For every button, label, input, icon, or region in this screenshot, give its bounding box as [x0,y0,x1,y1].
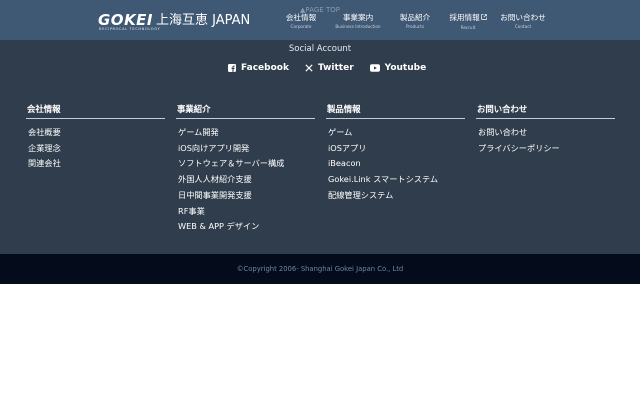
twitter-link[interactable]: Twitter [305,62,354,74]
footer-links-area: Social Account Facebook Twitter Youtube … [0,40,640,254]
list-item[interactable]: お問い合わせ [476,125,626,141]
column-heading: 会社情報 [26,104,165,119]
main-nav: 会社情報 Corporate 事業案内 Business Introductio… [278,13,548,31]
copyright-bar: ©Copyright 2006- Shanghai Gokei Japan Co… [0,254,640,284]
column-list: お問い合わせ プライバシーポリシー [476,125,626,156]
facebook-icon [228,64,236,72]
column-list: 会社概要 企業理念 関連会社 [26,125,176,172]
nav-label: 事業案内 [342,13,374,22]
copyright-text: ©Copyright 2006- Shanghai Gokei Japan Co… [236,265,404,273]
x-icon [305,64,313,72]
column-heading: 製品情報 [326,104,465,119]
nav-corporate[interactable]: 会社情報 Corporate [278,13,324,31]
list-item[interactable]: Gokei.Link スマートシステム [326,172,476,188]
column-heading: 事業紹介 [176,104,315,119]
twitter-label: Twitter [317,63,354,73]
list-item[interactable]: 会社概要 [26,125,176,141]
nav-label: 製品紹介 [399,13,431,22]
column-heading: お問い合わせ [476,104,615,119]
social-title: Social Account [288,44,352,54]
nav-business[interactable]: 事業案内 Business Introduction [324,13,392,31]
footer-column-company: 会社情報 会社概要 企業理念 関連会社 [26,104,176,235]
column-list: ゲーム iOSアプリ iBeacon Gokei.Link スマートシステム 配… [326,125,476,204]
list-item[interactable]: iBeacon [326,156,476,172]
list-item[interactable]: ソフトウェア＆サーバー構成 [176,156,326,172]
list-item[interactable]: ゲーム開発 [176,125,326,141]
nav-sublabel: Recruit [460,25,476,30]
youtube-link[interactable]: Youtube [369,62,427,74]
list-item[interactable]: 企業理念 [26,141,176,157]
site-header: GOKEI RECIPROCAL TECHNOLOGY 上海互恵 JAPAN ▲… [0,0,640,40]
social-links: Facebook Twitter Youtube [228,62,442,74]
nav-recruit[interactable]: 採用情報 Recruit [438,13,498,31]
youtube-icon [369,64,380,72]
nav-label: 採用情報 [449,13,480,22]
list-item[interactable]: 関連会社 [26,156,176,172]
company-name[interactable]: 上海互恵 JAPAN [156,13,250,29]
youtube-label: Youtube [384,63,427,73]
nav-label: 会社情報 [285,13,317,22]
logo-tagline: RECIPROCAL TECHNOLOGY [99,27,161,31]
nav-sublabel: Corporate [290,24,312,29]
column-list: ゲーム開発 iOS向けアプリ開発 ソフトウェア＆サーバー構成 外国人人材紹介支援… [176,125,326,235]
footer-column-products: 製品情報 ゲーム iOSアプリ iBeacon Gokei.Link スマートシ… [326,104,476,235]
nav-products[interactable]: 製品紹介 Products [392,13,438,31]
nav-label-wrap: 採用情報 [438,13,498,24]
list-item[interactable]: iOS向けアプリ開発 [176,141,326,157]
footer-column-contact: お問い合わせ お問い合わせ プライバシーポリシー [476,104,626,235]
footer-column-business: 事業紹介 ゲーム開発 iOS向けアプリ開発 ソフトウェア＆サーバー構成 外国人人… [176,104,326,235]
nav-sublabel: Contact [514,24,532,29]
footer-columns: 会社情報 会社概要 企業理念 関連会社 事業紹介 ゲーム開発 iOS向けアプリ開… [26,104,626,235]
list-item[interactable]: WEB & APP デザイン [176,219,326,235]
list-item[interactable]: プライバシーポリシー [476,141,626,157]
list-item[interactable]: iOSアプリ [326,141,476,157]
nav-contact[interactable]: お問い合わせ Contact [498,13,548,31]
facebook-link[interactable]: Facebook [228,62,289,74]
external-link-icon [480,14,487,22]
nav-sublabel: Business Introduction [335,24,381,29]
list-item[interactable]: 配線管理システム [326,188,476,204]
list-item[interactable]: ゲーム [326,125,476,141]
facebook-label: Facebook [241,63,289,73]
list-item[interactable]: RF事業 [176,204,326,220]
list-item[interactable]: 外国人人材紹介支援 [176,172,326,188]
nav-label: お問い合わせ [500,13,546,22]
list-item[interactable]: 日中間事業開発支援 [176,188,326,204]
nav-sublabel: Products [405,24,425,29]
